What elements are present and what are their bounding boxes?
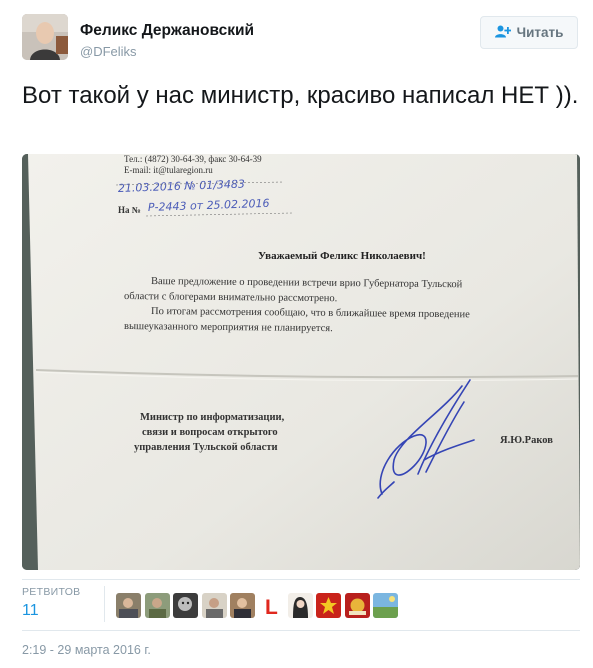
letter-email: E-mail: it@tularegion.ru xyxy=(124,165,213,175)
retweeter-avatar[interactable] xyxy=(373,593,399,618)
stats-separator xyxy=(104,586,105,622)
retweeter-avatar[interactable] xyxy=(116,593,141,618)
tweet-photo[interactable]: Тел.: (4872) 30-64-39, факс 30-64-39 E-m… xyxy=(22,154,580,570)
stats-top-divider xyxy=(22,579,580,580)
retweets-count[interactable]: 11 xyxy=(22,602,39,620)
retweeter-avatar[interactable]: L xyxy=(258,593,284,618)
retweeter-avatar[interactable] xyxy=(144,593,170,618)
retweeter-avatar[interactable] xyxy=(201,593,227,618)
add-user-icon xyxy=(494,25,511,41)
letter-signer: Я.Ю.Раков xyxy=(500,435,553,446)
letter-sign-line2: связи и вопросам открытого xyxy=(142,427,278,438)
stats-bottom-divider xyxy=(22,630,580,631)
letter-avatar-glyph: L xyxy=(265,596,278,618)
retweeter-avatar[interactable] xyxy=(287,593,313,618)
follow-button-label: Читать xyxy=(516,25,564,40)
letter-greeting: Уважаемый Феликс Николаевич! xyxy=(258,250,426,262)
letter-phone: Тел.: (4872) 30-64-39, факс 30-64-39 xyxy=(124,154,262,164)
retweeter-avatar[interactable] xyxy=(316,593,342,618)
letter-sign-line3: управления Тульской области xyxy=(134,442,278,453)
retweets-label: РЕТВИТОВ xyxy=(22,586,81,598)
author-name[interactable]: Феликс Держановский xyxy=(80,22,254,40)
retweeter-avatar[interactable] xyxy=(344,593,370,618)
retweeter-avatars: L xyxy=(116,593,399,618)
author-handle[interactable]: @DFeliks xyxy=(80,44,137,59)
follow-button[interactable]: Читать xyxy=(480,16,578,49)
retweeter-avatar[interactable] xyxy=(230,593,256,618)
retweeter-avatar[interactable] xyxy=(173,593,199,618)
letter-para1-line2: области с блогерами внимательно рассмотр… xyxy=(124,291,337,304)
tweet-timestamp[interactable]: 2:19 - 29 марта 2016 г. xyxy=(22,643,151,657)
tweet-text: Вот такой у нас министр, красиво написал… xyxy=(22,82,579,109)
letter-ref-prefix: На № xyxy=(118,205,141,215)
letter-para2-line2: вышеуказанного мероприятия не планируетс… xyxy=(124,321,333,334)
author-avatar[interactable] xyxy=(22,14,68,60)
letter-sign-line1: Министр по информатизации, xyxy=(140,412,285,423)
